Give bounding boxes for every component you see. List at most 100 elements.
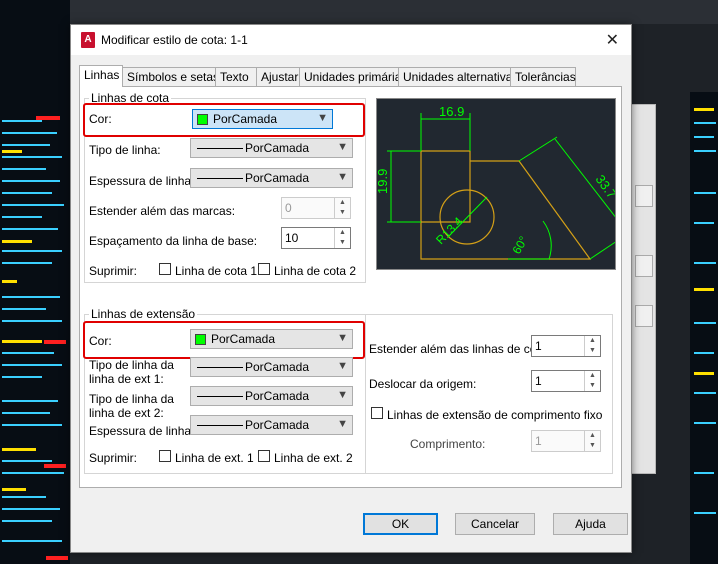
- spinner-buttons[interactable]: ▲ ▼: [584, 371, 600, 391]
- preview-dim-radius: R13.4: [433, 214, 466, 247]
- close-icon[interactable]: ✕: [606, 30, 619, 50]
- ext-color-value: PorCamada: [211, 332, 276, 346]
- dim-lineweight-dropdown[interactable]: PorCamada ▼: [190, 168, 353, 188]
- ext-offset-spinner[interactable]: 1 ▲ ▼: [531, 370, 601, 392]
- ext-linetype2-label-a: Tipo de linha da: [89, 392, 174, 406]
- autocad-top-bar: [0, 0, 718, 24]
- spinner-buttons[interactable]: ▲ ▼: [334, 198, 350, 218]
- dim-suppress-2-checkbox[interactable]: [258, 263, 270, 275]
- ext-lineweight-label: Espessura de linha:: [89, 424, 195, 438]
- dimension-preview: 16.9 19.9 33.7 R13.4 60°: [376, 98, 616, 270]
- ext-line-right-bottom: [589, 241, 615, 260]
- ext-extend-beyond-value: 1: [535, 339, 542, 353]
- tab-texto[interactable]: Texto: [215, 67, 257, 86]
- dim-color-label: Cor:: [89, 112, 112, 126]
- ext-lineweight-dropdown[interactable]: PorCamada ▼: [190, 415, 353, 435]
- chevron-down-icon: ▼: [337, 418, 348, 430]
- ext-suppress-1-label[interactable]: Linha de ext. 1: [175, 451, 254, 465]
- linetype-sample: [197, 396, 243, 397]
- modify-dimension-style-dialog: A Modificar estilo de cota: 1-1 ✕ Linhas…: [70, 24, 632, 553]
- drawing-text-noise: [2, 116, 68, 560]
- chevron-down-icon: ▼: [337, 389, 348, 401]
- drawing-text-noise-right: [694, 108, 716, 514]
- title-bar[interactable]: A Modificar estilo de cota: 1-1 ✕: [71, 25, 631, 55]
- ext-linetype2-dropdown[interactable]: PorCamada ▼: [190, 386, 353, 406]
- preview-dim-angle: 60°: [509, 234, 530, 257]
- preview-dim-top: 16.9: [439, 104, 464, 119]
- ext-suppress-1-checkbox[interactable]: [159, 450, 171, 462]
- linetype-sample: [197, 367, 243, 368]
- ext-linetype2-label-b: linha de ext 2:: [89, 406, 164, 420]
- tab-simbolos-setas[interactable]: Símbolos e setas: [122, 67, 219, 86]
- background-palette-button: [635, 305, 653, 327]
- preview-dim-left: 19.9: [377, 169, 390, 194]
- tab-unidades-primarias[interactable]: Unidades primárias: [299, 67, 407, 86]
- chevron-down-icon: ▼: [337, 171, 348, 183]
- background-palette-button: [635, 185, 653, 207]
- ext-lineweight-value: PorCamada: [245, 418, 310, 432]
- tab-tolerancias[interactable]: Tolerâncias: [510, 67, 576, 86]
- ok-button[interactable]: OK: [363, 513, 438, 535]
- ext-color-dropdown[interactable]: PorCamada ▼: [190, 329, 353, 349]
- chevron-down-icon: ▼: [337, 141, 348, 153]
- dim-extend-spinner[interactable]: 0 ▲ ▼: [281, 197, 351, 219]
- dim-arc-angle: [542, 220, 552, 260]
- ext-suppress-label: Suprimir:: [89, 451, 138, 465]
- lineweight-sample: [197, 178, 243, 179]
- tab-ajustar[interactable]: Ajustar: [256, 67, 300, 86]
- ext-linetype1-dropdown[interactable]: PorCamada ▼: [190, 357, 353, 377]
- dim-baseline-spinner[interactable]: 10 ▲ ▼: [281, 227, 351, 249]
- tab-linhas[interactable]: Linhas: [79, 65, 123, 87]
- cancel-button[interactable]: Cancelar: [455, 513, 535, 535]
- dim-suppress-1-checkbox[interactable]: [159, 263, 171, 275]
- length-label: Comprimento:: [410, 437, 486, 451]
- spinner-buttons[interactable]: ▲ ▼: [334, 228, 350, 248]
- color-swatch: [195, 334, 206, 345]
- dim-extend-label: Estender além das marcas:: [89, 204, 236, 218]
- ext-linetype1-label-a: Tipo de linha da: [89, 358, 174, 372]
- preview-geometry-left: [420, 150, 471, 223]
- spinner-buttons[interactable]: ▲ ▼: [584, 336, 600, 356]
- drawing-canvas-left[interactable]: [0, 0, 70, 564]
- tab-unidades-alternativas[interactable]: Unidades alternativas: [398, 67, 518, 86]
- ext-linetype1-value: PorCamada: [245, 360, 310, 374]
- dim-extend-value: 0: [285, 201, 292, 215]
- preview-dim-right: 33.7: [593, 172, 615, 201]
- chevron-down-icon: ▼: [337, 332, 348, 344]
- help-button[interactable]: Ajuda: [553, 513, 628, 535]
- dim-linetype-dropdown[interactable]: PorCamada ▼: [190, 138, 353, 158]
- preview-drawing: 16.9 19.9 33.7 R13.4 60°: [377, 104, 615, 260]
- dim-linetype-value: PorCamada: [245, 141, 310, 155]
- dim-suppress-1-label[interactable]: Linha de cota 1: [175, 264, 257, 278]
- dim-color-value: PorCamada: [213, 112, 278, 126]
- spinner-buttons[interactable]: ▲ ▼: [584, 431, 600, 451]
- ext-extend-beyond-spinner[interactable]: 1 ▲ ▼: [531, 335, 601, 357]
- fixed-length-checkbox[interactable]: [371, 407, 383, 419]
- drawing-canvas-right[interactable]: [690, 92, 718, 564]
- ext-suppress-2-checkbox[interactable]: [258, 450, 270, 462]
- ext-line-right-top: [518, 136, 558, 162]
- dim-lineweight-value: PorCamada: [245, 171, 310, 185]
- dim-baseline-label: Espaçamento da linha de base:: [89, 234, 258, 248]
- ext-linetype1-label-b: linha de ext 1:: [89, 372, 164, 386]
- background-palette: [630, 104, 656, 474]
- lineweight-sample: [197, 425, 243, 426]
- length-spinner[interactable]: 1 ▲ ▼: [531, 430, 601, 452]
- ext-extend-beyond-label: Estender além das linhas de cota:: [369, 342, 550, 356]
- ext-offset-label: Deslocar da origem:: [369, 377, 477, 391]
- dim-suppress-2-label[interactable]: Linha de cota 2: [274, 264, 356, 278]
- color-swatch: [197, 114, 208, 125]
- fixed-length-label[interactable]: Linhas de extensão de comprimento fixo: [387, 408, 602, 422]
- ext-offset-value: 1: [535, 374, 542, 388]
- ext-suppress-2-label[interactable]: Linha de ext. 2: [274, 451, 353, 465]
- background-palette-button: [635, 255, 653, 277]
- autocad-app-icon: A: [81, 32, 95, 48]
- length-value: 1: [535, 434, 542, 448]
- dim-baseline-value: 10: [285, 231, 299, 245]
- linetype-sample: [197, 148, 243, 149]
- ext-color-label: Cor:: [89, 334, 112, 348]
- extension-lines-group-title: Linhas de extensão: [89, 307, 198, 321]
- preview-geometry-body: [420, 160, 592, 260]
- dim-color-dropdown[interactable]: PorCamada ▼: [192, 109, 333, 129]
- tab-panel-linhas: Linhas de cota Cor: PorCamada ▼ Tipo de …: [79, 86, 622, 488]
